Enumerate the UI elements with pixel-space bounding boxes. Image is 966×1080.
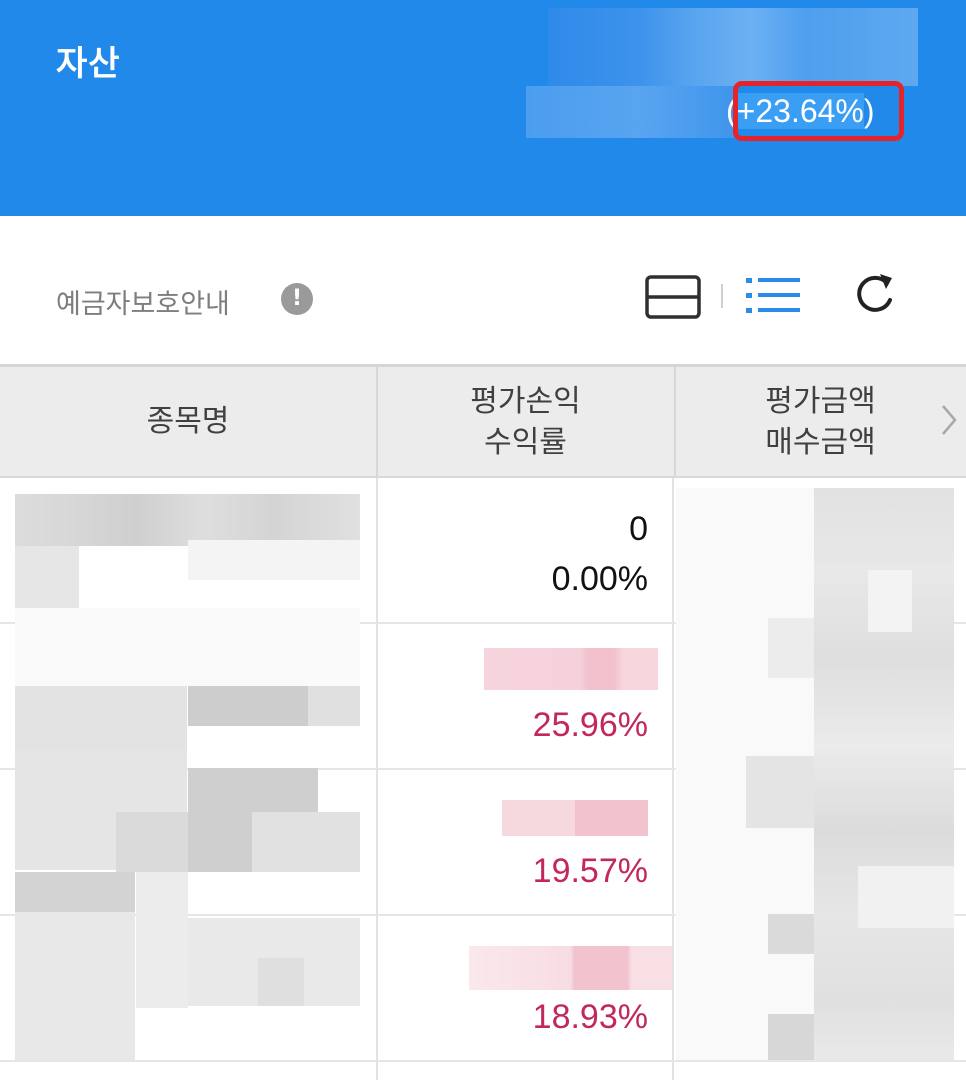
list-view-icon[interactable] [746,276,802,316]
blurred-total-asset [548,8,918,86]
blurred-profit-amount [526,86,736,138]
chevron-right-icon[interactable] [938,400,960,440]
blurred-profit-loss [484,648,658,690]
header-stock-name[interactable]: 종목명 [0,367,376,476]
blurred-profit-loss [502,800,648,836]
row-return-rate: 0.00% [551,560,648,598]
header-stock-name-label: 종목명 [146,404,230,439]
info-icon[interactable]: ! [281,283,313,315]
header-amount-line2: 매수금액 [765,424,876,460]
table-header: 종목명 평가손익 수익률 평가금액 매수금액 [0,367,966,478]
card-view-icon[interactable] [645,275,701,319]
highlight-annotation-box [733,81,904,141]
row-return-rate: 18.93% [532,998,648,1036]
toolbar-divider [721,284,723,308]
row-return-rate: 19.57% [532,852,648,890]
header-amount-line1: 평가금액 [765,383,876,419]
refresh-icon[interactable] [850,270,898,320]
row-return-rate: 25.96% [532,706,648,744]
row-profit-loss: 0 [629,510,648,548]
header-pl-line1: 평가손익 [470,383,581,419]
header-profit-loss[interactable]: 평가손익 수익률 [377,367,674,476]
header-pl-line2: 수익률 [484,424,567,460]
deposit-protection-link[interactable]: 예금자보호안내 [56,282,230,321]
column-divider [672,478,674,1080]
blurred-profit-loss [469,946,672,990]
header-amount[interactable]: 평가금액 매수금액 [675,367,966,476]
row-divider [0,1060,966,1062]
asset-header: 자산 (+23.64%) [0,0,966,216]
page-title: 자산 [56,44,121,84]
